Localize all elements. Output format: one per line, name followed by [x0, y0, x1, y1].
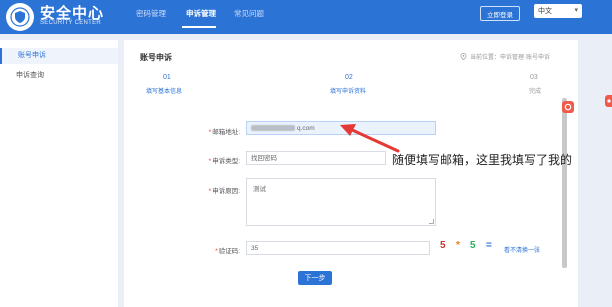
brand-subtitle: SECURITY CENTER	[40, 20, 102, 26]
resize-handle[interactable]	[429, 219, 434, 224]
captcha-label: *验证码:	[215, 248, 240, 255]
annotation-text: 随便填写邮箱，这里我填写了我的	[392, 153, 573, 167]
captcha-equals: =	[486, 240, 492, 251]
nav-appeal-management[interactable]: 申诉管理	[186, 8, 216, 19]
redacted-email	[251, 125, 295, 132]
step-2-label: 填写申诉资料	[330, 89, 367, 95]
captcha-input-value: 35	[251, 245, 259, 252]
sidebar-item-account-appeal[interactable]: 账号申诉	[0, 48, 118, 64]
language-value: 中文	[538, 8, 552, 15]
email-value: q.com	[297, 125, 315, 132]
next-step-button[interactable]: 下一步	[298, 271, 332, 285]
captcha-digit-2: 5	[470, 240, 476, 251]
captcha-digit-1: 5	[440, 240, 446, 251]
annotation-arrow-icon	[340, 124, 400, 153]
sidebar-item-appeal-query[interactable]: 申诉查询	[0, 68, 118, 84]
shield-icon	[10, 7, 30, 27]
breadcrumb: 当前位置：申诉管理·账号申诉	[460, 52, 550, 61]
security-logo	[6, 3, 34, 31]
appeal-type-label: *申诉类型:	[208, 158, 240, 165]
step-2-number: 02	[345, 74, 353, 81]
side-feedback-tab[interactable]	[605, 95, 612, 107]
location-pin-icon	[460, 53, 467, 60]
nav-faq[interactable]: 常见问题	[234, 8, 264, 19]
chevron-down-icon: ▾	[574, 7, 578, 14]
breadcrumb-text: 当前位置：申诉管理·账号申诉	[470, 55, 550, 61]
step-3-label: 完成	[529, 89, 542, 95]
appeal-type-value: 找回密码	[251, 155, 277, 162]
appeal-reason-label: *申诉原因:	[208, 188, 240, 195]
page-title: 账号申诉	[140, 53, 172, 62]
feedback-icon	[606, 99, 611, 103]
step-1-number: 01	[163, 74, 171, 81]
headset-icon	[564, 103, 572, 111]
nav-password-management[interactable]: 密码管理	[136, 8, 166, 19]
captcha-input[interactable]: 35	[246, 241, 430, 255]
top-header: 安全中心 SECURITY CENTER 密码管理 申诉管理 常见问题 立即登录…	[0, 0, 612, 34]
captcha-refresh-link[interactable]: 看不清换一张	[504, 245, 540, 254]
sidebar: 账号申诉 申诉查询	[0, 40, 118, 307]
appeal-reason-textarea[interactable]: 测试	[246, 178, 436, 226]
appeal-reason-value: 测试	[253, 186, 266, 193]
step-1-label: 填写基本信息	[146, 89, 183, 95]
scrollbar[interactable]	[562, 98, 567, 268]
service-float-button[interactable]	[562, 101, 574, 113]
language-select[interactable]: 中文 ▾	[534, 4, 582, 18]
email-label: *邮箱地址:	[208, 129, 240, 136]
login-button[interactable]: 立即登录	[480, 6, 520, 21]
nav-active-indicator	[182, 26, 216, 28]
captcha-operator: *	[456, 240, 460, 251]
step-3-number: 03	[530, 74, 538, 81]
